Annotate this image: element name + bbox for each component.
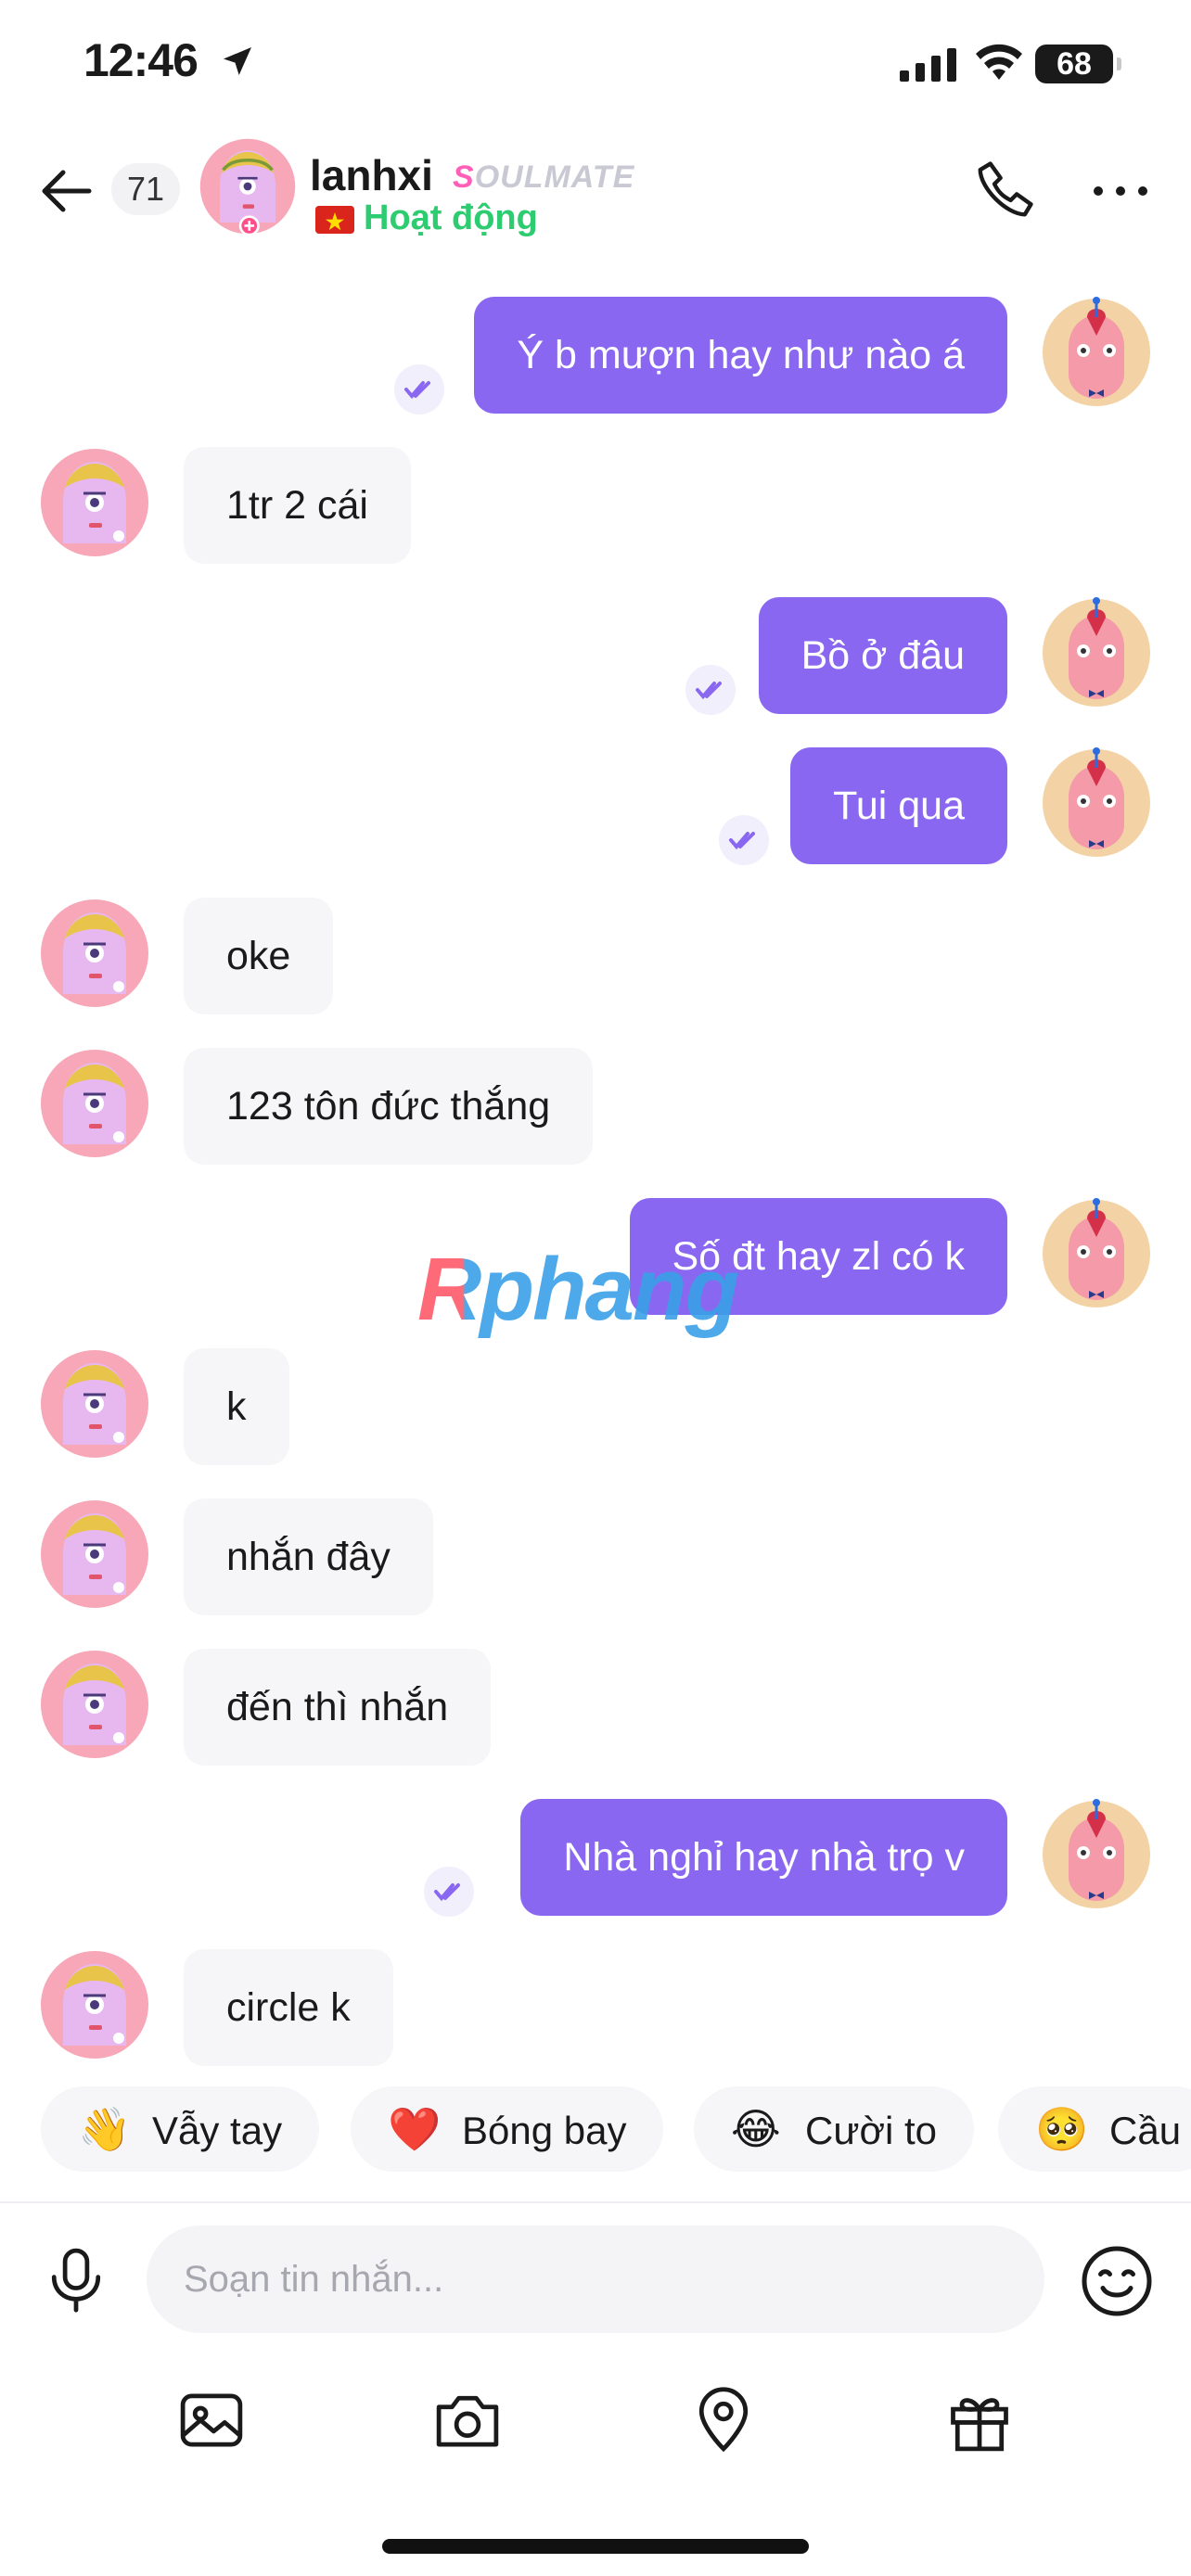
contact-avatar[interactable] — [39, 898, 150, 1009]
vietnam-flag-icon — [315, 206, 354, 234]
message-row-incoming: đến thì nhắn — [0, 1649, 1191, 1766]
message-input[interactable] — [147, 2225, 1044, 2333]
waving-hand-icon: 👋 — [78, 2105, 132, 2153]
outgoing-message-bubble[interactable]: Ý b mượn hay như nào á — [474, 297, 1007, 414]
soulmate-tag: SOULMATE — [453, 159, 635, 195]
message-row-incoming: 123 tôn đức thắng — [0, 1048, 1191, 1165]
home-indicator — [382, 2539, 809, 2554]
laughing-face-icon: 😂 — [731, 2105, 781, 2153]
incoming-message-bubble[interactable]: oke — [184, 898, 334, 1014]
incoming-message-bubble[interactable]: 123 tôn đức thắng — [184, 1048, 594, 1165]
incoming-message-bubble[interactable]: circle k — [184, 1949, 393, 2066]
read-receipt-icon — [424, 1867, 474, 1917]
cellular-signal-icon — [900, 48, 956, 82]
back-arrow-icon[interactable] — [37, 161, 96, 221]
message-row-incoming: oke — [0, 898, 1191, 1014]
reaction-chip-laugh[interactable]: 😂 Cười to — [694, 2086, 975, 2172]
reaction-chip-wave[interactable]: 👋 Vẫy tay — [41, 2086, 320, 2172]
chat-header: 71 lanhxi SOULMATE Hoạt động — [0, 130, 1191, 250]
my-avatar[interactable] — [1041, 297, 1152, 408]
outgoing-message-bubble[interactable]: Bồ ở đâu — [758, 597, 1007, 714]
message-row-incoming: k — [0, 1348, 1191, 1465]
online-status: Hoạt động — [364, 198, 538, 237]
outgoing-message-bubble[interactable]: Tui qua — [790, 747, 1007, 864]
quick-reactions-bar: 👋 Vẫy tay ❤️ Bóng bay 😂 Cười to 🥺 Cầu — [0, 2086, 1191, 2172]
my-avatar[interactable] — [1041, 1198, 1152, 1309]
status-bar: 12:46 68 — [0, 0, 1191, 130]
contact-name: lanhxi — [310, 151, 433, 199]
reaction-chip-plead[interactable]: 🥺 Cầu — [998, 2086, 1191, 2172]
incoming-message-bubble[interactable]: k — [184, 1348, 289, 1465]
camera-icon[interactable] — [432, 2385, 503, 2455]
emoji-picker-icon[interactable] — [1080, 2244, 1154, 2318]
location-pin-icon[interactable] — [688, 2385, 759, 2455]
message-list[interactable]: Ý b mượn hay như nào á 1tr 2 cái Bồ ở đâ… — [0, 250, 1191, 2198]
my-avatar[interactable] — [1041, 597, 1152, 708]
read-receipt-icon — [719, 815, 769, 865]
read-receipt-icon — [685, 665, 736, 715]
message-row-incoming: circle k — [0, 1949, 1191, 2066]
watermark-logo: Rphang — [417, 1240, 739, 1339]
my-avatar[interactable] — [1041, 747, 1152, 859]
message-row-outgoing: Bồ ở đâu — [0, 597, 1191, 715]
contact-avatar[interactable] — [39, 1949, 150, 2060]
battery-indicator: 68 — [1035, 45, 1121, 83]
more-options-icon[interactable] — [1091, 184, 1150, 198]
status-time: 12:46 — [83, 34, 198, 86]
unread-count-badge[interactable]: 71 — [111, 163, 180, 215]
message-row-outgoing: Ý b mượn hay như nào á — [0, 297, 1191, 414]
message-row-incoming: 1tr 2 cái — [0, 447, 1191, 564]
contact-avatar[interactable] — [39, 1498, 150, 1610]
outgoing-message-bubble[interactable]: Nhà nghỉ hay nhà trọ v — [520, 1799, 1007, 1916]
contact-avatar[interactable] — [39, 1348, 150, 1460]
image-icon[interactable] — [176, 2385, 247, 2455]
microphone-icon[interactable] — [41, 2244, 111, 2315]
incoming-message-bubble[interactable]: 1tr 2 cái — [184, 447, 411, 564]
incoming-message-bubble[interactable]: đến thì nhắn — [184, 1649, 492, 1766]
reaction-chip-balloon[interactable]: ❤️ Bóng bay — [351, 2086, 664, 2172]
message-row-outgoing: Nhà nghỉ hay nhà trọ v — [0, 1799, 1191, 1917]
location-arrow-icon — [224, 47, 251, 75]
read-receipt-icon — [394, 364, 444, 414]
incoming-message-bubble[interactable]: nhắn đây — [184, 1498, 433, 1615]
composer-divider — [0, 2201, 1191, 2203]
contact-avatar[interactable] — [39, 447, 150, 558]
message-row-outgoing: Tui qua — [0, 747, 1191, 865]
wifi-icon — [976, 44, 1022, 80]
message-row-incoming: nhắn đây — [0, 1498, 1191, 1615]
pleading-face-icon: 🥺 — [1035, 2105, 1089, 2153]
phone-call-icon[interactable] — [972, 158, 1037, 223]
contact-avatar[interactable] — [198, 137, 297, 236]
my-avatar[interactable] — [1041, 1799, 1152, 1910]
gift-icon[interactable] — [944, 2385, 1015, 2455]
contact-avatar[interactable] — [39, 1048, 150, 1159]
contact-avatar[interactable] — [39, 1649, 150, 1760]
red-heart-icon: ❤️ — [388, 2105, 442, 2153]
